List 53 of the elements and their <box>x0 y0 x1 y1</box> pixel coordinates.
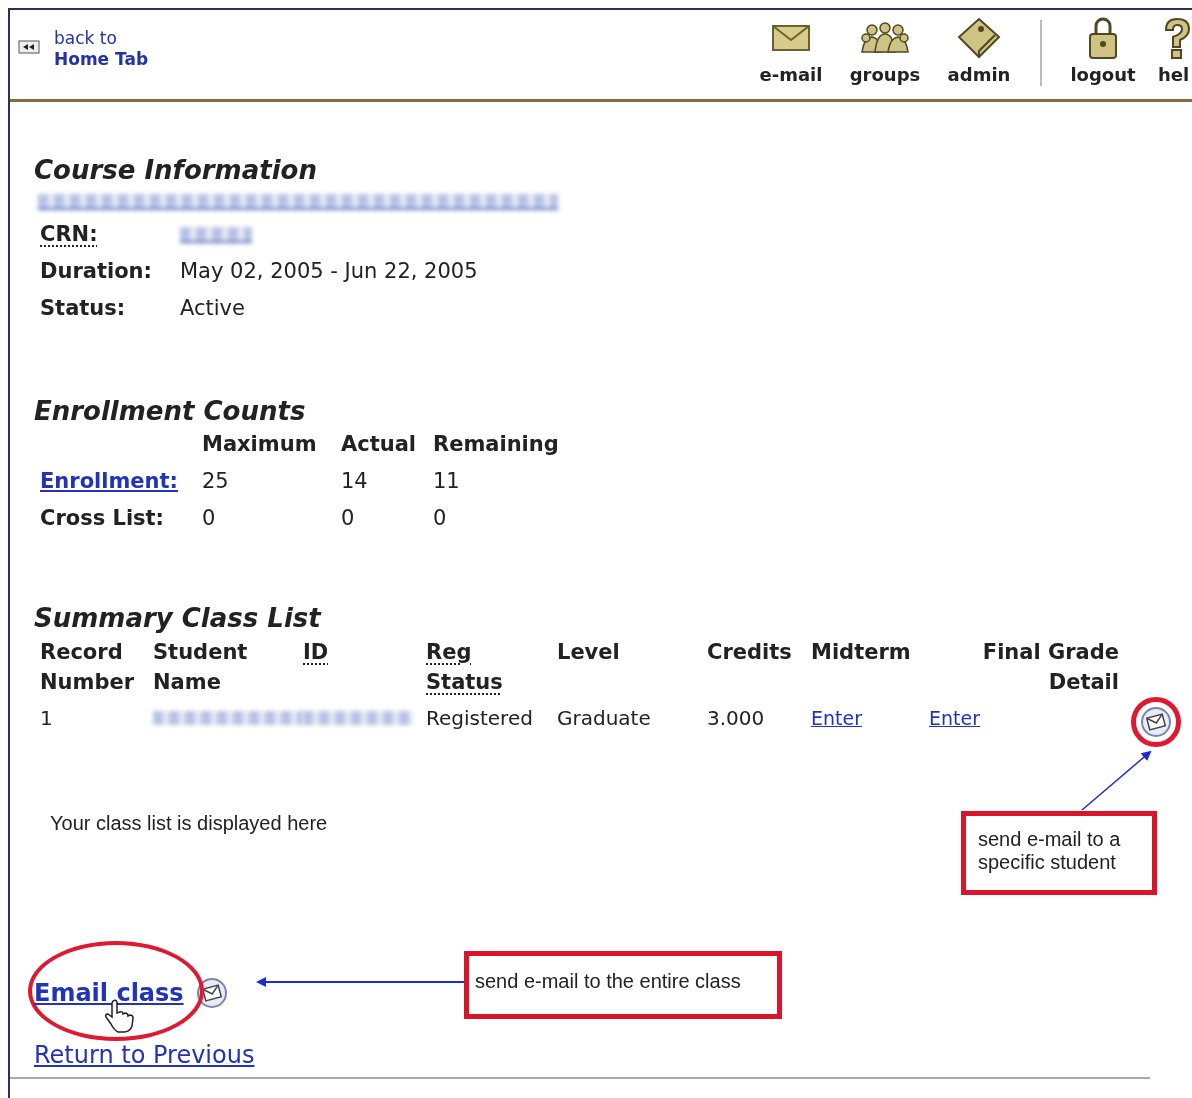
column-header: Maximum <box>202 431 318 458</box>
tag-icon <box>957 17 1001 59</box>
callout-text: send e-mail to a specific student <box>978 828 1121 873</box>
field-label: Status: <box>40 295 127 322</box>
hand-cursor-icon <box>104 999 134 1033</box>
field-label: CRN: <box>40 221 99 248</box>
column-header: Remaining <box>433 431 560 458</box>
column-header: Level <box>557 639 621 666</box>
table-cell-text: 0 <box>341 505 356 532</box>
table-cell-text: 25 <box>202 468 230 495</box>
caption-text: Your class list is displayed here <box>50 811 329 835</box>
envelope-icon <box>195 977 228 1009</box>
column-header: Student Name <box>153 639 249 696</box>
column-header: Record Number <box>40 639 136 696</box>
envelope-icon <box>1140 706 1172 738</box>
callout-text: send e-mail to the entire class <box>475 970 741 992</box>
return-link[interactable]: Return to Previous <box>34 1041 255 1069</box>
enter-link[interactable]: Enter <box>811 703 862 733</box>
field-value: Active <box>180 295 246 322</box>
enrollment-link[interactable]: Enrollment: <box>40 468 202 495</box>
table-cell-text: 14 <box>341 468 369 495</box>
table-cell-text: 3.000 <box>707 705 766 732</box>
section-heading: Course Information <box>34 154 318 186</box>
table-cell-text: Graduate <box>557 705 652 732</box>
column-header: ID <box>303 639 330 666</box>
table-cell-text: 0 <box>433 505 448 532</box>
email-student-button[interactable] <box>1131 697 1181 747</box>
back-link[interactable]: back to Home Tab <box>54 28 149 70</box>
column-header: Midterm <box>811 639 912 666</box>
rewind-icon <box>18 40 40 54</box>
table-cell-text: Registered <box>426 705 534 732</box>
email-class-link[interactable]: Email class <box>34 979 184 1007</box>
column-header: Credits <box>707 639 793 666</box>
column-header: Actual <box>341 431 418 458</box>
table-cell-text: 1 <box>40 705 54 732</box>
table-cell-text: 0 <box>202 505 217 532</box>
table-cell-text: 11 <box>433 468 461 495</box>
column-header: Reg Status <box>426 639 504 696</box>
field-value: May 02, 2005 - Jun 22, 2005 <box>180 258 479 285</box>
email-class-button[interactable] <box>195 977 228 1009</box>
section-heading: Summary Class List <box>34 602 323 634</box>
enter-link[interactable]: Enter <box>929 703 980 733</box>
nav-button[interactable]: admin <box>932 14 1026 86</box>
nav-button[interactable]: groups <box>838 14 932 86</box>
envelope-icon <box>771 22 811 54</box>
column-header: Final Grade Detail <box>982 639 1119 696</box>
field-label: Duration: <box>40 258 153 285</box>
nav-button[interactable]: logout <box>1056 14 1150 86</box>
arrow <box>1081 750 1152 811</box>
row-label: Cross List: <box>40 505 166 532</box>
help-button[interactable]: hel <box>1150 14 1192 86</box>
nav-button[interactable]: e-mail <box>744 14 838 86</box>
section-heading: Enrollment Counts <box>34 395 307 427</box>
